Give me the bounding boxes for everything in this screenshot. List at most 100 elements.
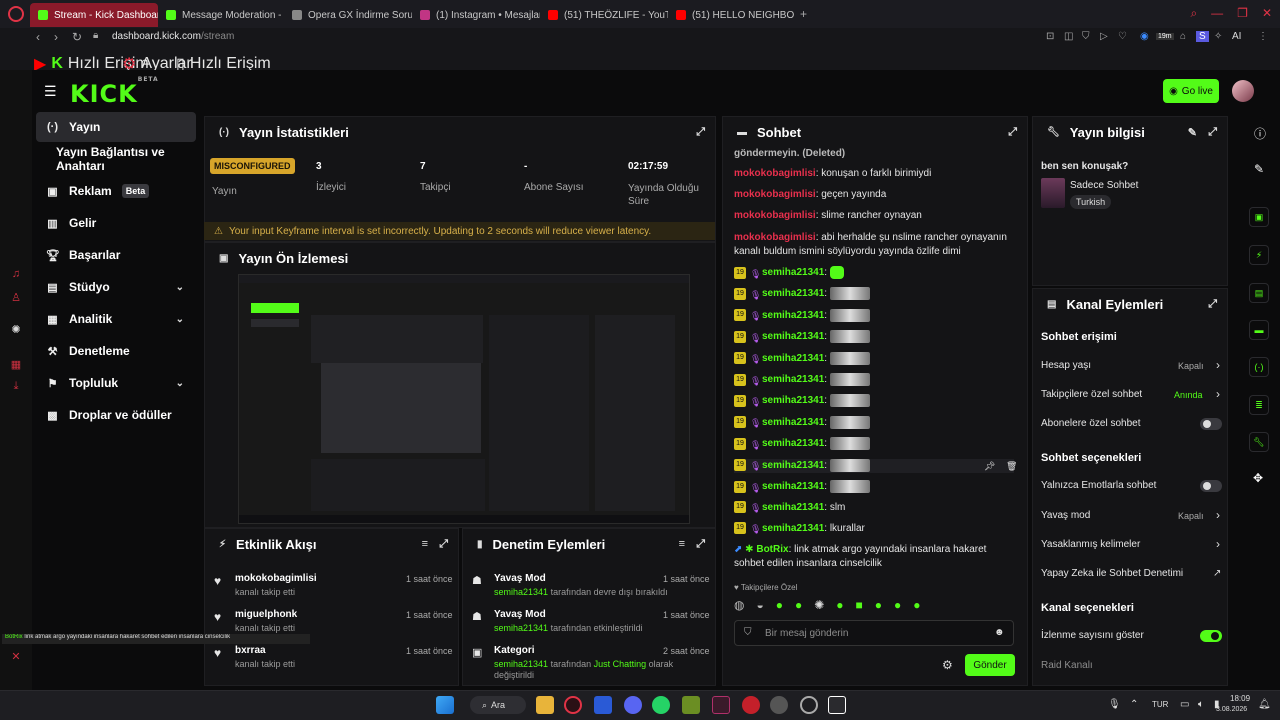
sidebar-item-stream[interactable]: (·) Yayın — [36, 112, 196, 142]
back-icon[interactable]: ‹ — [36, 30, 40, 44]
gear-icon[interactable]: ⚙ — [942, 658, 953, 672]
opera-menu-icon[interactable] — [8, 6, 24, 22]
stream-preview-video[interactable] — [238, 274, 690, 524]
pin-icon[interactable]: ⊡ — [1046, 31, 1054, 42]
go-live-button[interactable]: ◉ Go live — [1163, 79, 1219, 103]
external-link-icon[interactable]: ↗ — [1213, 568, 1221, 579]
slow-mode-setting[interactable]: Yavaş mod — [1041, 510, 1090, 521]
obs-icon[interactable] — [800, 696, 818, 714]
profile-extension-icon[interactable]: S — [1196, 31, 1209, 42]
tab-youtube-2[interactable]: (51) HELLO NEIGHBOR OYN — [668, 3, 794, 27]
moderation-user[interactable]: semiha21341 — [494, 587, 548, 597]
lightning-icon[interactable]: ⚡︎ — [1249, 245, 1269, 265]
chat-input[interactable]: Bir mesaj gönderin — [734, 620, 1014, 646]
notification-icon[interactable]: 🔔︎ — [1258, 699, 1271, 710]
add-widget-icon[interactable]: ✥ — [1253, 471, 1263, 485]
chat-username[interactable]: semiha21341 — [762, 374, 824, 385]
screen-icon[interactable]: ▣ — [1249, 207, 1269, 227]
sidebar-item-studio[interactable]: ▤ Stüdyo ⌄ — [36, 272, 196, 302]
chat-icon[interactable]: ▬ — [1249, 320, 1269, 340]
clock-date[interactable]: 3.08.2026 — [1216, 706, 1247, 713]
chat-username[interactable]: semiha21341 — [762, 267, 824, 278]
filter-icon[interactable]: ≡ — [679, 538, 685, 550]
moderation-user[interactable]: semiha21341 — [494, 659, 548, 669]
taskbar-search[interactable]: ⌕ Ara — [470, 696, 526, 714]
language-indicator[interactable]: TUR — [1152, 700, 1168, 709]
new-tab-button[interactable]: + — [800, 7, 807, 21]
tab-kick-dashboard[interactable]: Stream - Kick Dashboard — [30, 3, 158, 27]
sidebar-item-revenue[interactable]: ▥ Gelir — [36, 208, 196, 238]
popout-icon[interactable]: ⤢ — [1208, 126, 1217, 139]
search-tabs-icon[interactable]: ⌕ — [1190, 6, 1197, 21]
raid-channel-setting[interactable]: Raid Kanalı — [1041, 660, 1093, 671]
emote-icon[interactable]: ■ — [856, 598, 863, 612]
emote-icon[interactable]: ◍ — [734, 598, 744, 612]
sidebar-item-ads[interactable]: ▣ Reklam Beta — [36, 176, 196, 206]
emote-icon[interactable]: ● — [913, 598, 920, 612]
document-icon[interactable]: ▤ — [1249, 283, 1269, 303]
emoji-icon[interactable]: ☻ — [994, 627, 1005, 638]
whatsapp-icon[interactable] — [652, 696, 670, 714]
sidebar-item-drops[interactable]: ▩ Droplar ve ödüller — [36, 400, 196, 430]
account-age-setting[interactable]: Hesap yaşı — [1041, 360, 1091, 371]
followers-chat-setting[interactable]: Takipçilere özel sohbet — [1041, 389, 1142, 400]
ai-extension[interactable]: AI — [1232, 31, 1241, 42]
discord-icon[interactable] — [624, 696, 642, 714]
download-icon[interactable]: ⤓ — [9, 380, 23, 394]
banned-words-setting[interactable]: Yasaklanmış kelimeler — [1041, 539, 1140, 550]
delete-message-icon[interactable]: 🗑︎ — [1006, 459, 1017, 473]
close-icon[interactable]: ✕ — [1262, 6, 1272, 21]
activity-user[interactable]: miguelphonk — [235, 609, 297, 620]
settings-icon[interactable] — [770, 696, 788, 714]
app-icon[interactable] — [712, 696, 730, 714]
wrench-icon[interactable]: 🔧︎ — [1249, 432, 1269, 452]
network-icon[interactable]: ▭ — [1180, 699, 1189, 710]
popout-icon[interactable]: ⤢ — [1208, 298, 1217, 311]
sidebar-item-analytics[interactable]: ▦ Analitik ⌄ — [36, 304, 196, 334]
chat-username[interactable]: semiha21341 — [762, 289, 824, 300]
chevron-right-icon[interactable]: › — [1216, 387, 1220, 401]
chat-username[interactable]: semiha21341 — [762, 502, 824, 513]
kick-logo[interactable]: KICKBETA — [70, 76, 159, 108]
menu-dots-icon[interactable]: ⋮ — [1258, 31, 1268, 42]
chat-username[interactable]: semiha21341 — [762, 523, 824, 534]
forward-icon[interactable]: › — [54, 30, 58, 44]
sidebar-item-moderation[interactable]: ⚒ Denetleme — [36, 336, 196, 366]
info-icon[interactable]: ⓘ — [1254, 125, 1266, 142]
tab-youtube-1[interactable]: (51) THEÖZLIFE - YouTube — [540, 3, 668, 27]
url-field[interactable]: dashboard.kick.com/stream — [112, 31, 234, 42]
filter-icon[interactable]: ≡ — [422, 538, 428, 550]
chat-username[interactable]: semiha21341 — [762, 353, 824, 364]
activity-user[interactable]: mokokobagimlisi — [235, 573, 317, 584]
emote-icon[interactable]: ● — [836, 598, 843, 612]
broadcast-icon[interactable]: (·) — [1249, 357, 1269, 377]
heart-icon[interactable]: ♡ — [1118, 31, 1127, 42]
sidebar-item-stream-key[interactable]: Yayın Bağlantısı ve Anahtarı — [36, 144, 206, 174]
moderation-user[interactable]: semiha21341 — [494, 623, 548, 633]
chat-username[interactable]: mokokobagimlisi — [734, 168, 816, 179]
popout-icon[interactable]: ⤢ — [696, 126, 705, 139]
epic-games-icon[interactable] — [828, 696, 846, 714]
chat-username[interactable]: semiha21341 — [762, 438, 824, 449]
emote-icon[interactable]: ● — [894, 598, 901, 612]
chat-username[interactable]: semiha21341 — [762, 417, 824, 428]
volume-icon[interactable]: 🔈︎ — [1198, 699, 1204, 710]
emote-icon[interactable]: ● — [875, 598, 882, 612]
minimize-icon[interactable]: — — [1211, 6, 1223, 21]
chat-username[interactable]: BotRix — [756, 544, 788, 555]
chevron-right-icon[interactable]: › — [1216, 358, 1220, 372]
tab-instagram[interactable]: (1) Instagram • Mesajlar — [412, 3, 540, 27]
emote-icon[interactable]: ● — [795, 598, 802, 612]
chat-username[interactable]: semiha21341 — [762, 460, 824, 471]
snapshot-icon[interactable]: ◫ — [1064, 31, 1073, 42]
timer-extension-badge[interactable]: 19m — [1156, 33, 1174, 40]
ai-moderation-setting[interactable]: Yapay Zeka ile Sohbet Denetimi — [1041, 568, 1183, 579]
play-icon[interactable]: ▷ — [1100, 31, 1108, 42]
windows-start-icon[interactable] — [436, 696, 454, 714]
chat-username[interactable]: mokokobagimlisi — [734, 232, 816, 243]
vpn-icon[interactable]: ◉ — [1140, 31, 1149, 42]
app-icon[interactable] — [594, 696, 612, 714]
chatgpt-icon[interactable]: ✺ — [9, 323, 23, 337]
gx-icon[interactable]: ✕ — [9, 650, 23, 664]
grid-icon[interactable]: ▦ — [9, 358, 23, 372]
